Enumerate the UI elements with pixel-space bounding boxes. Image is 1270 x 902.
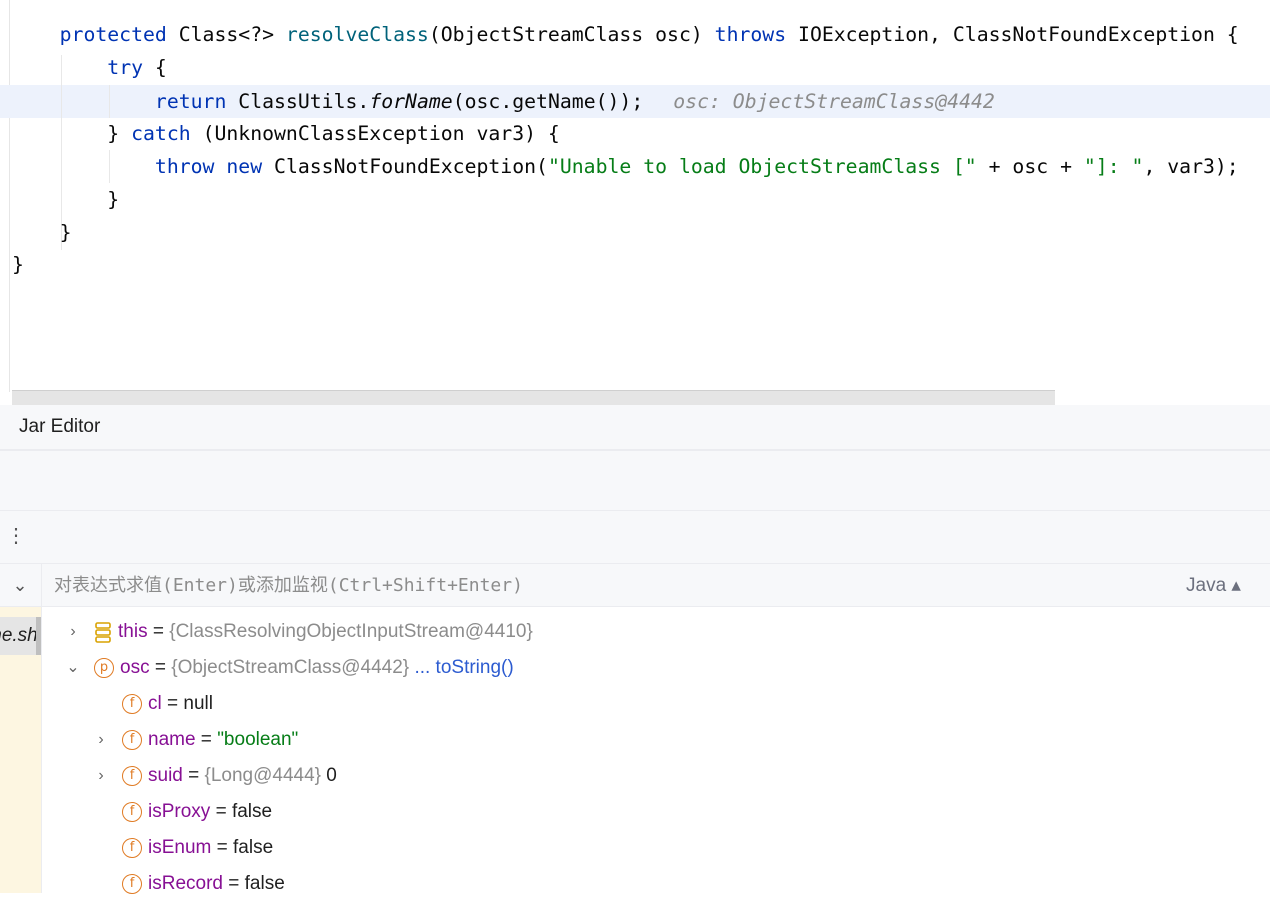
- equals-sign: =: [211, 837, 234, 858]
- string-literal: "Unable to load ObjectStreamClass [": [547, 155, 977, 178]
- variable-value: {ClassResolvingObjectInputStream@4410}: [169, 621, 533, 642]
- keyword: new: [226, 155, 263, 178]
- code-text: }: [12, 253, 24, 276]
- parameter-icon: p: [94, 657, 114, 678]
- frame-label: me.sh: [0, 625, 38, 646]
- chevron-down-icon[interactable]: ⌄: [8, 573, 32, 597]
- variable-name: isRecord: [148, 873, 223, 894]
- code-line-6[interactable]: }: [12, 183, 119, 216]
- inline-debug-value: osc: ObjectStreamClass@4442: [673, 90, 995, 113]
- evaluate-expression-input[interactable]: [54, 572, 1154, 598]
- method-name: resolveClass: [285, 23, 429, 46]
- equals-sign: =: [149, 657, 172, 678]
- variable-name: name: [148, 729, 196, 750]
- equals-sign: =: [161, 693, 184, 714]
- equals-sign: =: [147, 621, 170, 642]
- variable-value: {Long@4444}: [204, 765, 322, 786]
- keyword: try: [107, 56, 144, 79]
- variables-tree: › this = {ClassResolvingObjectInputStrea…: [42, 607, 1270, 894]
- equals-sign: =: [210, 801, 232, 822]
- equals-sign: =: [195, 729, 218, 750]
- chevron-right-icon[interactable]: ›: [64, 614, 82, 650]
- divider: [41, 564, 42, 606]
- keyword: throws: [714, 23, 787, 46]
- variable-name: suid: [148, 765, 183, 786]
- field-icon: f: [122, 801, 142, 822]
- string-literal: "]: ": [1083, 155, 1144, 178]
- variable-value: false: [233, 837, 274, 858]
- variable-name: cl: [148, 693, 162, 714]
- variable-value: {ObjectStreamClass@4442}: [171, 657, 410, 678]
- chevron-right-icon[interactable]: ›: [92, 758, 110, 794]
- field-icon: f: [122, 873, 142, 894]
- code-text: }: [59, 221, 72, 244]
- frame-scrollbar[interactable]: [36, 617, 41, 655]
- code-line-3[interactable]: return ClassUtils.forName(osc.getName())…: [12, 85, 995, 118]
- code-line-2[interactable]: try {: [12, 51, 167, 84]
- debug-panel-header: [0, 451, 1270, 511]
- more-options-icon[interactable]: ⋮: [6, 525, 26, 547]
- debug-toolbar: ⋮: [0, 511, 1270, 564]
- field-icon: f: [122, 693, 142, 714]
- frames-panel: me.sh: [0, 607, 42, 893]
- variable-value: false: [244, 873, 285, 894]
- code-text: }: [107, 122, 132, 145]
- frame-list-item[interactable]: me.sh: [0, 617, 41, 655]
- field-icon: f: [122, 837, 142, 858]
- code-line-4[interactable]: } catch (UnknownClassException var3) {: [12, 117, 560, 150]
- stack-icon: [95, 622, 111, 643]
- code-line-5[interactable]: throw new ClassNotFoundException("Unable…: [12, 150, 1239, 183]
- variable-name: isEnum: [148, 837, 212, 858]
- equals-sign: =: [182, 765, 205, 786]
- code-text: + osc +: [976, 155, 1084, 178]
- keyword: protected: [59, 23, 167, 46]
- gutter-divider: [9, 0, 10, 392]
- keyword: catch: [131, 122, 191, 145]
- jar-editor-tab-label: Jar Editor: [19, 416, 101, 437]
- field-icon: f: [122, 729, 142, 750]
- code-editor[interactable]: protected Class<?> resolveClass(ObjectSt…: [0, 0, 1270, 405]
- static-method-name: forName: [369, 90, 453, 113]
- code-text: Class<?>: [166, 23, 286, 46]
- variable-value: false: [231, 801, 273, 822]
- code-text: (osc.getName());: [452, 90, 644, 113]
- field-icon: f: [122, 765, 142, 786]
- chevron-down-icon[interactable]: ⌄: [64, 650, 82, 686]
- variable-value: null: [183, 693, 213, 714]
- chevron-right-icon[interactable]: ›: [92, 722, 110, 758]
- code-line-8[interactable]: }: [12, 248, 24, 281]
- variable-value: "boolean": [217, 729, 299, 750]
- code-text: ClassNotFoundException(: [262, 155, 548, 178]
- variable-name: this: [118, 621, 148, 642]
- keyword: throw: [154, 155, 215, 178]
- jar-editor-tab[interactable]: Jar Editor: [0, 405, 1270, 451]
- variable-name: isProxy: [148, 801, 211, 822]
- code-text: (ObjectStreamClass osc): [428, 23, 715, 46]
- code-text: IOException, ClassNotFoundException {: [786, 23, 1239, 46]
- keyword: return: [154, 90, 227, 113]
- code-line-7[interactable]: }: [12, 216, 72, 249]
- to-string-link[interactable]: ... toString(): [414, 657, 513, 678]
- code-line-1[interactable]: protected Class<?> resolveClass(ObjectSt…: [12, 18, 1239, 51]
- equals-sign: =: [222, 873, 245, 894]
- code-text: ClassUtils.: [226, 90, 370, 113]
- code-text: (UnknownClassException var3) {: [190, 122, 560, 145]
- code-text: {: [143, 56, 167, 79]
- language-selector[interactable]: Java ▴: [1186, 574, 1241, 597]
- evaluate-expression-bar: ⌄ Java ▴: [0, 564, 1270, 607]
- code-text: }: [107, 188, 120, 211]
- variable-value-extra: 0: [321, 765, 337, 786]
- code-text: , var3);: [1143, 155, 1239, 178]
- variable-name: osc: [120, 657, 150, 678]
- horizontal-scrollbar[interactable]: [12, 390, 1055, 405]
